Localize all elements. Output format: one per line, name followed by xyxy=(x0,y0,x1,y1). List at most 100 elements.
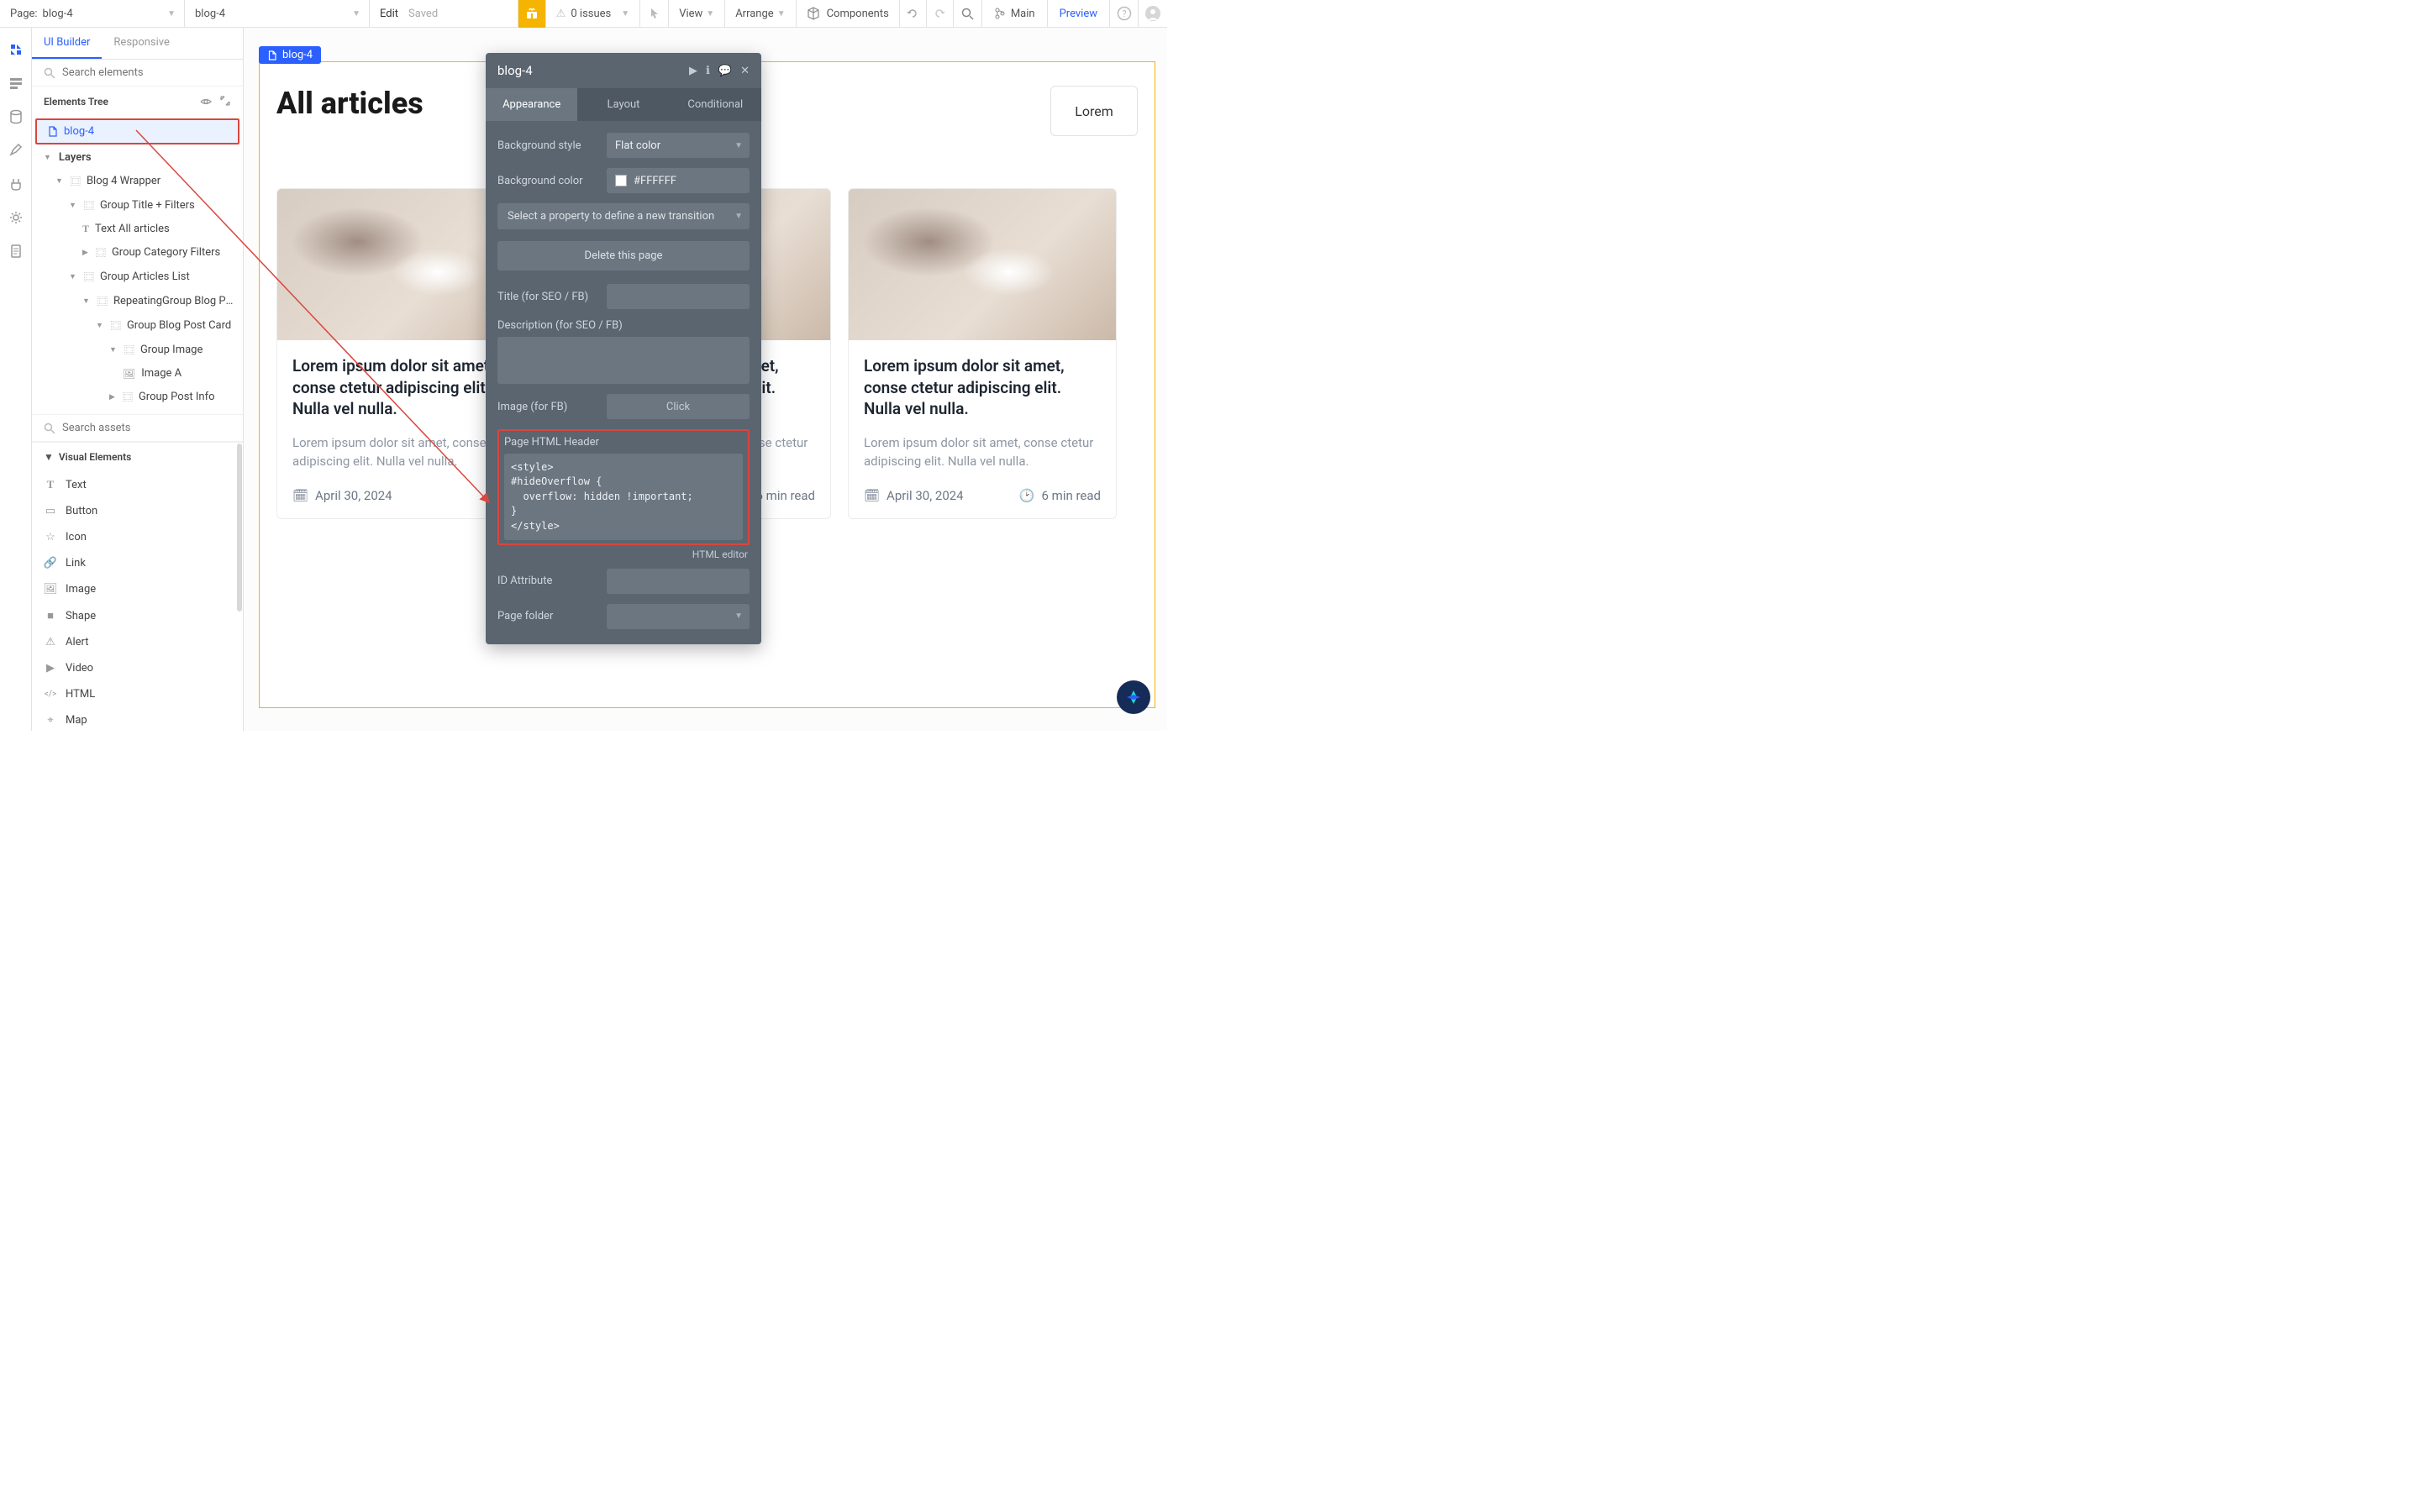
ve-alert[interactable]: ⚠Alert xyxy=(32,629,243,655)
visual-elements-header[interactable]: Visual Elements xyxy=(59,451,131,463)
rail-data[interactable] xyxy=(0,100,31,134)
view-menu[interactable]: View ▼ xyxy=(669,0,725,27)
delete-page-button[interactable]: Delete this page xyxy=(497,241,750,270)
tree-group-articles-list[interactable]: ▼ ⿴ Group Articles List xyxy=(32,265,243,289)
id-attribute-input[interactable] xyxy=(607,569,750,594)
search-elements[interactable] xyxy=(62,66,231,79)
assistant-fab[interactable] xyxy=(1117,680,1150,714)
rail-plugins[interactable] xyxy=(0,167,31,201)
ve-text[interactable]: TText xyxy=(32,471,243,498)
clock-icon: 🕑 xyxy=(1019,488,1035,503)
chevron-down-icon: ▼ xyxy=(44,153,51,162)
rail-settings[interactable] xyxy=(0,201,31,234)
page-html-header-label: Page HTML Header xyxy=(504,436,743,449)
page-folder-label: Page folder xyxy=(497,610,598,622)
chevron-down-icon: ▼ xyxy=(69,272,76,281)
title-seo-input[interactable] xyxy=(607,284,750,309)
redo-button[interactable] xyxy=(927,0,954,28)
chevron-down-icon: ▼ xyxy=(352,9,360,18)
ve-button[interactable]: ▭Button xyxy=(32,498,243,524)
tree-group-category-filters[interactable]: ▶ ⿴ Group Category Filters xyxy=(32,240,243,265)
group-icon: ⿴ xyxy=(111,318,121,333)
ve-map[interactable]: ⌖Map xyxy=(32,707,243,731)
ve-video[interactable]: ▶Video xyxy=(32,655,243,681)
preview-button[interactable]: Preview xyxy=(1048,0,1110,27)
lorem-button[interactable]: Lorem xyxy=(1050,86,1138,136)
arrange-menu[interactable]: Arrange ▼ xyxy=(725,0,796,27)
eye-icon[interactable] xyxy=(199,95,213,108)
play-icon[interactable]: ▶ xyxy=(689,65,697,77)
ve-link[interactable]: 🔗Link xyxy=(32,550,243,576)
tab-appearance[interactable]: Appearance xyxy=(486,88,577,121)
tree-group-post-info[interactable]: ▶ ⿴ Group Post Info xyxy=(32,385,243,409)
gift-icon[interactable] xyxy=(518,0,545,28)
image-icon: 🖼 xyxy=(123,368,135,380)
map-pin-icon: ⌖ xyxy=(44,714,57,727)
bg-style-select[interactable]: Flat color▼ xyxy=(607,133,750,158)
tree-rg-blog-posts[interactable]: ▼ ⿴ RepeatingGroup Blog Posts xyxy=(32,289,243,313)
page-icon xyxy=(47,126,58,137)
chevron-down-icon: ▼ xyxy=(706,9,714,18)
tab-ui-builder[interactable]: UI Builder xyxy=(32,28,102,59)
branch-icon xyxy=(994,8,1006,19)
search-assets[interactable] xyxy=(62,422,231,434)
ve-image[interactable]: 🖼Image xyxy=(32,576,243,602)
comment-icon[interactable]: 💬 xyxy=(718,65,732,77)
components-button[interactable]: Components xyxy=(797,0,900,27)
expand-icon[interactable] xyxy=(219,95,231,108)
image-fb-input[interactable]: Click xyxy=(607,394,750,419)
group-icon: ⿴ xyxy=(124,343,134,357)
info-icon[interactable]: ℹ xyxy=(706,65,710,77)
desc-seo-input[interactable] xyxy=(497,337,750,384)
rail-workflow[interactable] xyxy=(0,66,31,100)
desc-seo-label: Description (for SEO / FB) xyxy=(497,319,750,332)
issues-button[interactable]: ⚠ 0 issues ▼ xyxy=(545,0,640,27)
tree-image-a[interactable]: 🖼 Image A xyxy=(32,362,243,385)
tree-group-image[interactable]: ▼ ⿴ Group Image xyxy=(32,338,243,362)
tree-text-all-articles[interactable]: T Text All articles xyxy=(32,218,243,240)
transition-select[interactable]: Select a property to define a new transi… xyxy=(497,203,750,229)
search-button[interactable] xyxy=(954,0,982,27)
tree-root-page[interactable]: blog-4 xyxy=(35,118,239,144)
tree-blog4-wrapper[interactable]: ▼ ⿴ Blog 4 Wrapper xyxy=(32,169,243,193)
ve-icon[interactable]: ☆Icon xyxy=(32,524,243,550)
card-desc: Lorem ipsum dolor sit amet, conse ctetur… xyxy=(864,433,1101,471)
tree-group-title-filters[interactable]: ▼ ⿴ Group Title + Filters xyxy=(32,193,243,218)
calendar-icon: 🗓 xyxy=(864,488,880,503)
chevron-down-icon: ▼ xyxy=(734,141,743,150)
warning-icon: ⚠ xyxy=(556,8,566,20)
card-date: April 30, 2024 xyxy=(315,488,392,503)
rail-styles[interactable] xyxy=(0,134,31,167)
element-selector[interactable]: blog-4 ▼ xyxy=(185,0,370,27)
close-icon[interactable]: ✕ xyxy=(740,65,750,77)
chevron-down-icon: ▼ xyxy=(734,212,743,221)
rail-design[interactable] xyxy=(0,33,31,66)
chevron-down-icon: ▼ xyxy=(82,297,90,306)
pointer-tool[interactable] xyxy=(640,0,669,27)
rail-logs[interactable] xyxy=(0,234,31,268)
bg-color-input[interactable]: #FFFFFF xyxy=(607,168,750,193)
group-icon: ⿴ xyxy=(71,174,81,188)
user-avatar[interactable] xyxy=(1139,0,1167,27)
scrollbar[interactable] xyxy=(237,444,242,612)
page-folder-select[interactable]: ▼ xyxy=(607,604,750,629)
undo-button[interactable] xyxy=(900,0,927,28)
page-selector[interactable]: Page: blog-4 ▼ xyxy=(0,0,185,27)
blog-card[interactable]: Lorem ipsum dolor sit amet, conse ctetur… xyxy=(848,188,1117,519)
tab-responsive[interactable]: Responsive xyxy=(102,28,182,59)
tab-conditional[interactable]: Conditional xyxy=(670,88,761,121)
ve-html[interactable]: </>HTML xyxy=(32,681,243,707)
text-icon: T xyxy=(44,478,57,491)
tab-layout[interactable]: Layout xyxy=(577,88,669,121)
html-editor-link[interactable]: HTML editor xyxy=(497,549,748,560)
chevron-down-icon: ▼ xyxy=(109,345,117,354)
edit-mode[interactable]: Edit xyxy=(380,8,398,20)
main-branch[interactable]: Main xyxy=(982,0,1048,27)
card-read: 6 min read xyxy=(1042,488,1101,503)
layers-header[interactable]: ▼ Layers xyxy=(32,146,243,169)
tree-group-blog-post-card[interactable]: ▼ ⿴ Group Blog Post Card xyxy=(32,313,243,338)
page-html-header-input[interactable]: <style> #hideOverflow { overflow: hidden… xyxy=(504,454,743,540)
ve-shape[interactable]: ■Shape xyxy=(32,602,243,629)
canvas-element-tag[interactable]: blog-4 xyxy=(259,46,321,64)
help-button[interactable]: ? xyxy=(1110,0,1139,27)
